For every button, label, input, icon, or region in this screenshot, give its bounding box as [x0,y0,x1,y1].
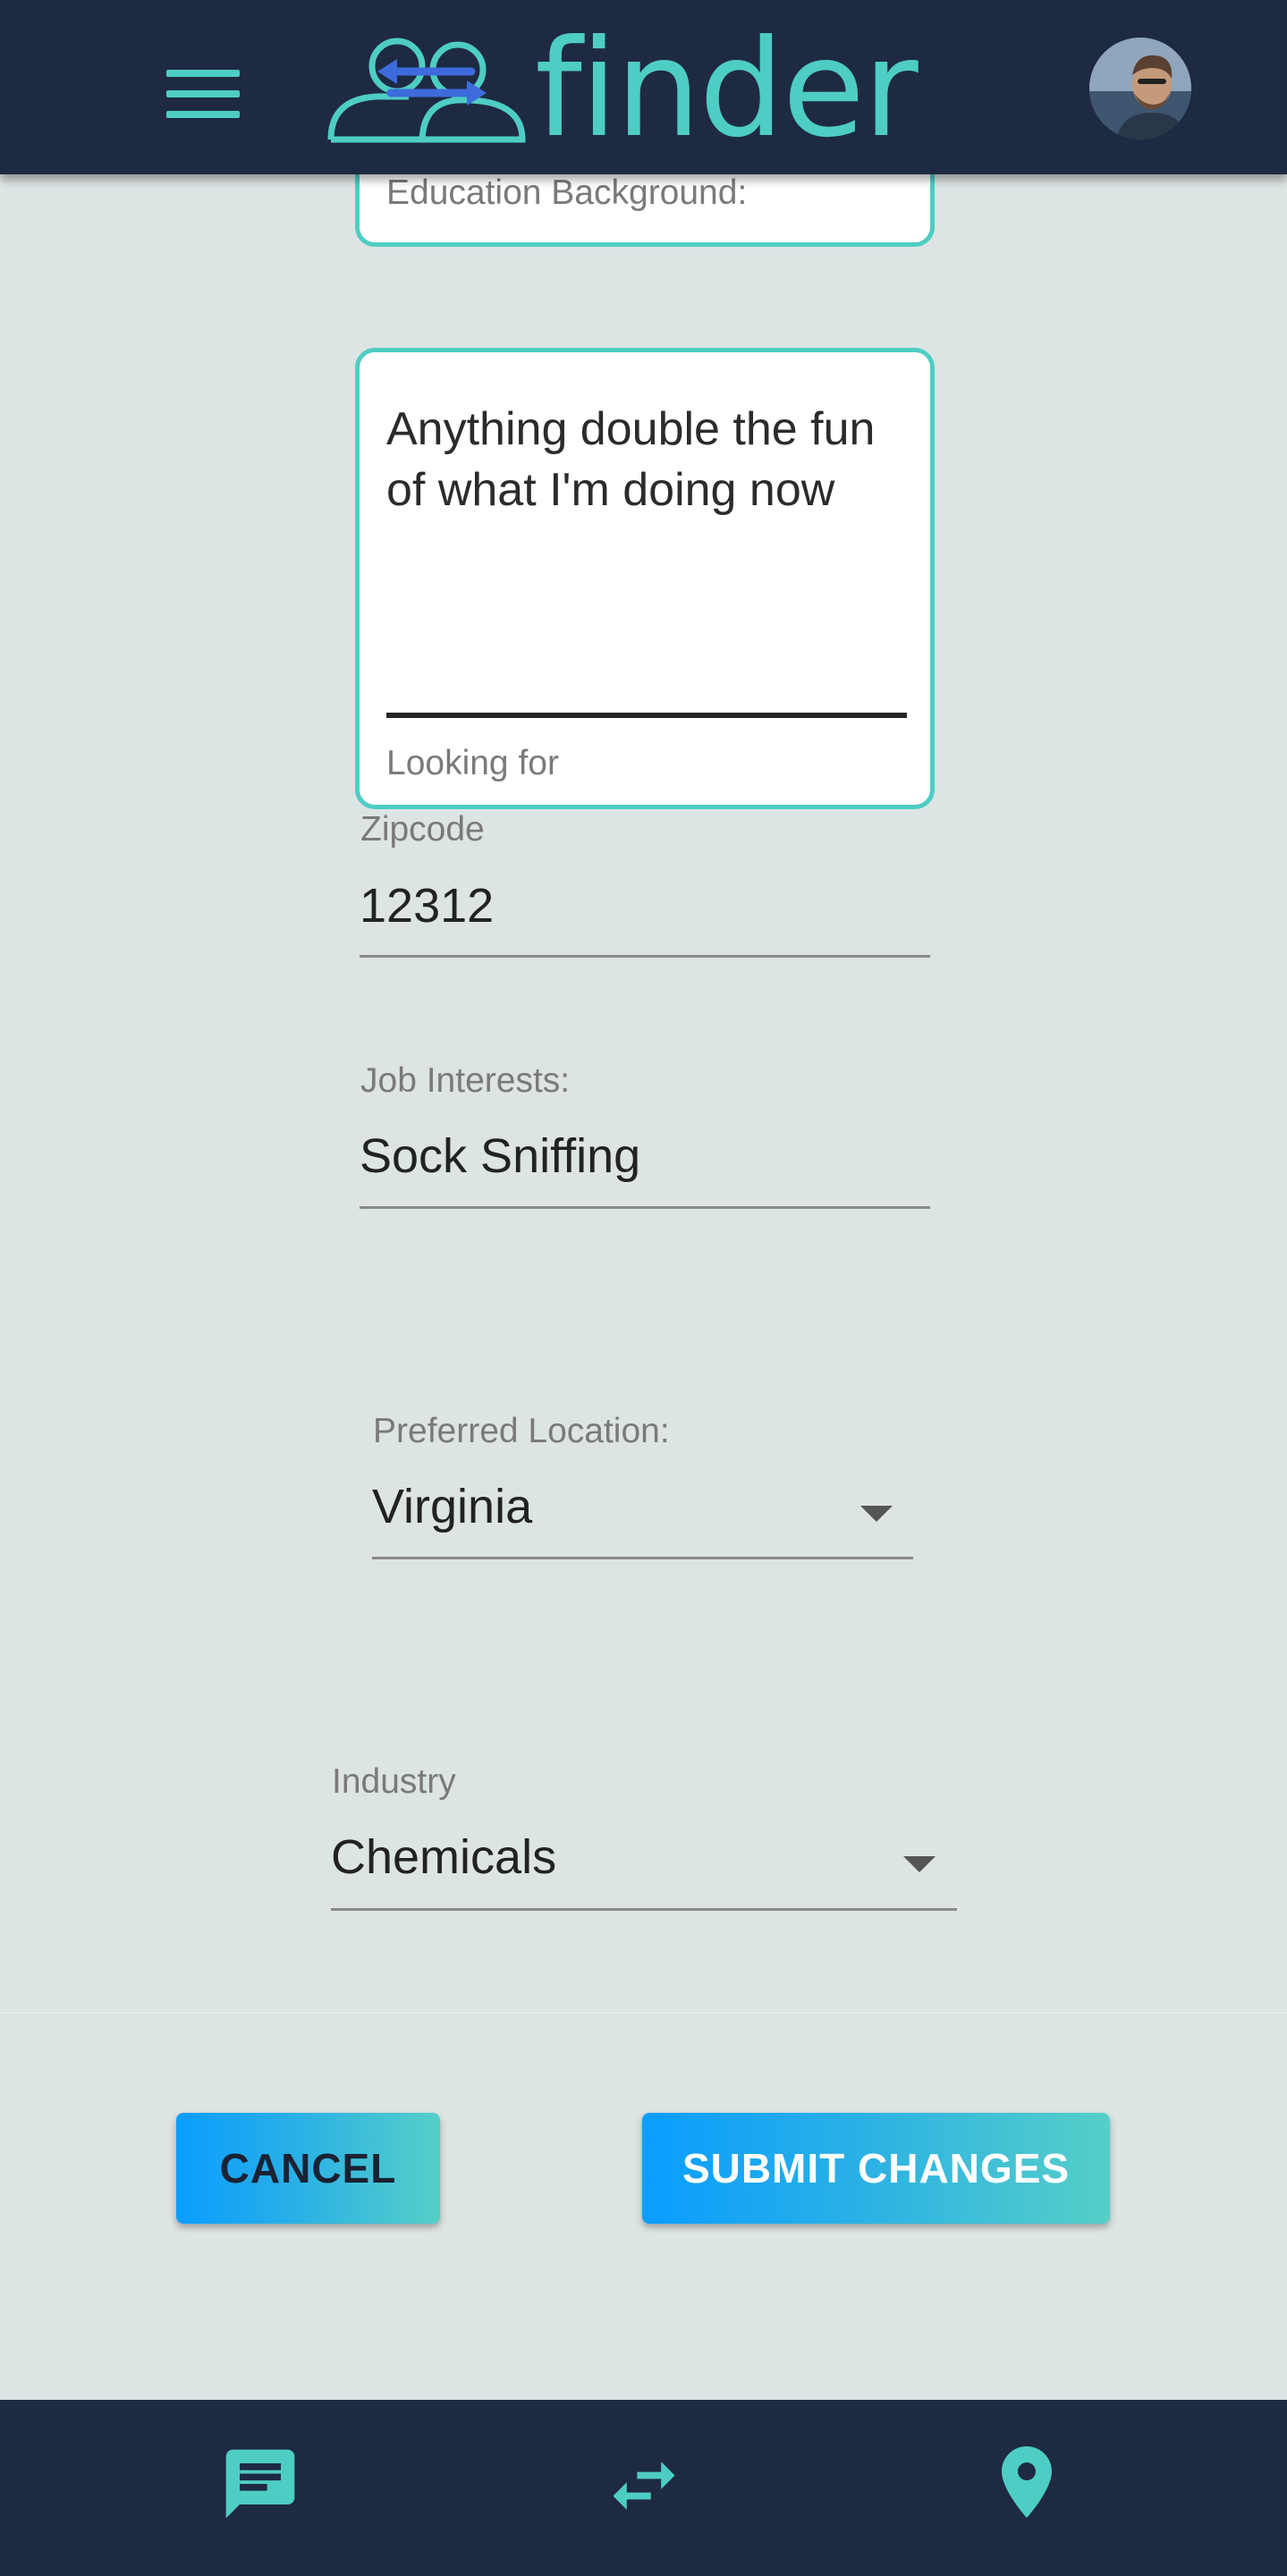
zipcode-label: Zipcode [360,810,485,849]
section-divider [0,2012,1287,2014]
industry-label: Industry [332,1762,456,1801]
preferred-location-select[interactable]: Virginia [372,1479,532,1534]
preferred-location-underline [372,1557,913,1559]
industry-chevron-down-icon[interactable] [903,1856,936,1872]
people-exchange-logo-icon [327,38,526,143]
looking-for-label: Looking for [386,744,559,782]
industry-underline [331,1908,957,1911]
job-interests-input[interactable]: Sock Sniffing [360,1128,640,1184]
zipcode-input[interactable]: 12312 [360,878,494,933]
job-interests-underline [360,1206,930,1209]
zipcode-underline [360,955,930,958]
swap-arrows-icon[interactable] [603,2445,685,2527]
looking-for-field[interactable]: Anything double the fun of what I'm doin… [355,348,935,809]
job-interests-label: Job Interests: [360,1061,571,1100]
industry-select[interactable]: Chemicals [331,1829,556,1885]
education-background-label: Education Background: [386,173,748,212]
preferred-location-label: Preferred Location: [373,1412,670,1450]
bottom-navigation [0,2400,1287,2576]
preferred-location-chevron-down-icon[interactable] [860,1506,893,1522]
chat-icon[interactable] [219,2443,301,2525]
app-header: finder [0,0,1287,174]
looking-for-underline [386,713,907,718]
looking-for-value[interactable]: Anything double the fun of what I'm doin… [386,399,914,520]
cancel-button[interactable]: CANCEL [176,2113,440,2224]
hamburger-menu-icon[interactable] [166,66,240,122]
user-avatar[interactable] [1089,38,1191,139]
app-name: finder [535,12,919,167]
submit-changes-button[interactable]: SUBMIT CHANGES [642,2113,1110,2224]
location-pin-icon[interactable] [984,2436,1070,2529]
